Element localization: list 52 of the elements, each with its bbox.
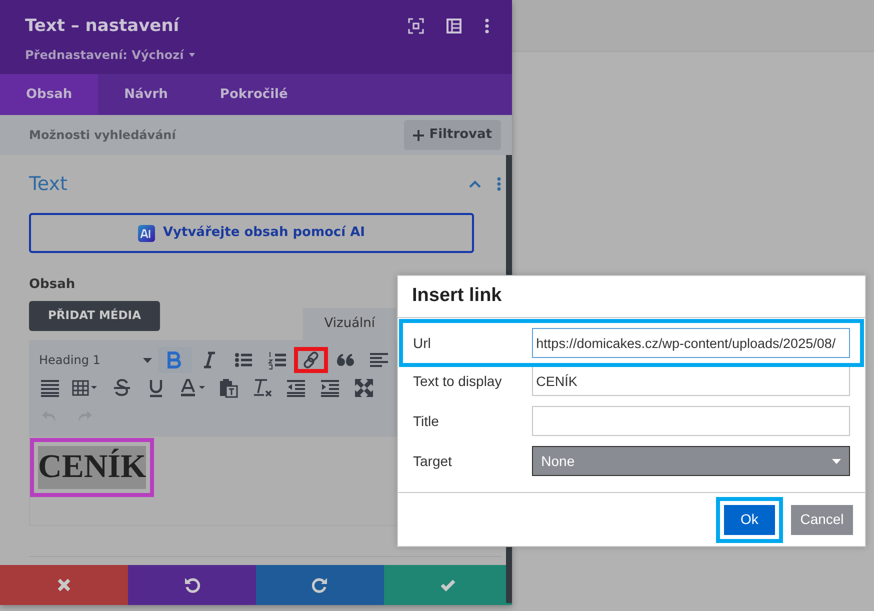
format-dropdown[interactable]: Heading 1 [33, 347, 158, 373]
strikethrough-icon [112, 378, 132, 398]
toolbar-button[interactable] [294, 347, 328, 373]
search-field[interactable]: Možnosti vyhledávání [29, 126, 229, 144]
close-icon [56, 577, 72, 593]
numbered-list-icon [267, 350, 287, 370]
outdent-icon [286, 378, 306, 398]
text-color-icon [178, 378, 206, 398]
heading-text: CENÍK [30, 438, 154, 497]
panel-tab[interactable]: Návrh [98, 74, 194, 115]
input-field[interactable] [532, 406, 850, 436]
panel-tab[interactable]: Pokročilé [194, 74, 314, 115]
layout-icon[interactable] [446, 18, 462, 34]
bullet-list-icon [233, 350, 253, 370]
check-icon [440, 577, 456, 593]
link-icon [301, 350, 321, 370]
save-button[interactable] [384, 565, 512, 605]
caret-icon [143, 358, 152, 362]
align-left-icon [369, 350, 389, 370]
undo-icon [184, 577, 200, 593]
field-label: Target [413, 452, 453, 471]
input-field[interactable]: https://domicakes.cz/wp-content/uploads/2025/08/ [532, 328, 850, 358]
ai-icon [138, 224, 155, 242]
dialog-title: Insert link [412, 284, 502, 308]
section-title: Text [29, 172, 68, 197]
field-label: Title [413, 412, 440, 430]
filter-button[interactable]: Filtrovat [404, 120, 501, 150]
undo-button[interactable] [128, 565, 256, 605]
ok-button[interactable]: Ok [716, 496, 783, 542]
fullscreen-icon [354, 378, 374, 398]
plus-icon [413, 130, 424, 140]
preset-dropdown[interactable]: Přednastavení: Výchozí [25, 46, 196, 64]
target-select[interactable]: None [532, 446, 850, 476]
ai-button[interactable]: Vytvářejte obsah pomocí AI [29, 213, 474, 253]
field-label: Obsah [29, 276, 76, 294]
add-media-button[interactable]: PŘIDAT MÉDIA [29, 301, 160, 331]
redo-icon [312, 577, 328, 593]
justify-icon [40, 378, 60, 398]
panel-title: Text – nastavení [25, 15, 180, 38]
clear-format-icon [252, 378, 272, 398]
more-options-icon[interactable] [484, 18, 490, 34]
clipboard-icon [218, 378, 238, 398]
field-label: Text to display [413, 372, 503, 391]
field-label: Url [413, 334, 432, 352]
editor-tab[interactable]: Vizuální [303, 308, 396, 340]
collapse-icon[interactable] [469, 180, 481, 188]
caret-icon [832, 458, 841, 464]
input-field[interactable]: CENÍK [532, 366, 850, 396]
focus-frame-icon[interactable] [408, 18, 424, 34]
indent-icon [320, 378, 340, 398]
table-icon [72, 378, 100, 398]
panel-tab[interactable]: Obsah [0, 74, 98, 115]
